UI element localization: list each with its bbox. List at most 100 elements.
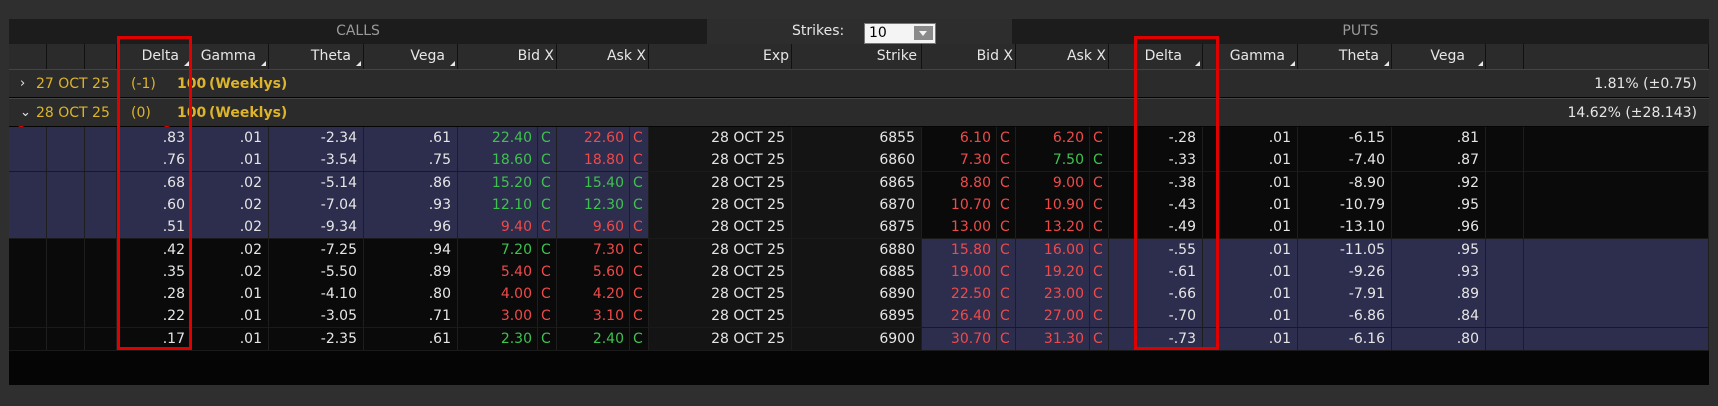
put-theta[interactable]: -7.91 — [1298, 283, 1392, 306]
call-gamma[interactable]: .01 — [192, 127, 269, 149]
strike-cell[interactable]: 6900 — [792, 327, 922, 350]
header-call-gamma[interactable]: Gamma — [192, 44, 269, 69]
put-theta[interactable]: -13.10 — [1298, 216, 1392, 239]
chevron-down-icon[interactable] — [914, 26, 933, 40]
strike-cell[interactable]: 6880 — [792, 238, 922, 261]
call-vega[interactable]: .93 — [364, 193, 458, 216]
strike-cell[interactable]: 6875 — [792, 216, 922, 239]
call-gamma[interactable]: .02 — [192, 171, 269, 194]
call-blank-cell[interactable] — [9, 260, 47, 283]
put-blank-cell[interactable] — [1486, 193, 1524, 216]
call-blank-cell[interactable] — [85, 283, 117, 306]
table-row[interactable]: .60.02 -7.04.93 12.10 C 12.30 C 28 OCT 25 6870 1… — [9, 193, 1709, 217]
put-vega[interactable]: .95 — [1392, 193, 1486, 216]
call-vega[interactable]: .71 — [364, 305, 458, 328]
call-vega[interactable]: .61 — [364, 127, 458, 149]
put-blank-cell[interactable] — [1524, 216, 1709, 239]
table-row[interactable]: .42.02 -7.25.94 7.20 C 7.30 C 28 OCT 25 6880 15.… — [9, 238, 1709, 262]
put-theta[interactable]: -6.16 — [1298, 327, 1392, 350]
strike-cell[interactable]: 6890 — [792, 283, 922, 306]
expiration-row[interactable]: › 27 OCT 25 (-1) 100 1.81% (±0.75) (Weeklys) — [9, 69, 1709, 97]
call-blank-cell[interactable] — [9, 149, 47, 172]
put-theta[interactable]: -6.86 — [1298, 305, 1392, 328]
header-put-theta[interactable]: Theta — [1298, 44, 1392, 69]
expiration-cell[interactable]: 28 OCT 25 — [649, 149, 792, 172]
call-blank-cell[interactable] — [9, 216, 47, 239]
call-gamma[interactable]: .01 — [192, 149, 269, 172]
call-blank-cell[interactable] — [85, 171, 117, 194]
put-blank-cell[interactable] — [1524, 193, 1709, 216]
call-gamma[interactable]: .01 — [192, 283, 269, 306]
call-blank-cell[interactable] — [85, 127, 117, 149]
call-blank-cell[interactable] — [47, 216, 85, 239]
table-row[interactable]: .51.02 -9.34.96 9.40 C 9.60 C 28 OCT 25 6875 13.… — [9, 216, 1709, 240]
call-blank-cell[interactable] — [9, 327, 47, 350]
call-vega[interactable]: .75 — [364, 149, 458, 172]
call-theta[interactable]: -2.34 — [269, 127, 364, 149]
call-theta[interactable]: -2.35 — [269, 327, 364, 350]
put-blank-cell[interactable] — [1486, 283, 1524, 306]
header-call-bid[interactable]: Bid X — [458, 44, 557, 69]
put-blank-cell[interactable] — [1524, 327, 1709, 350]
strikes-dropdown[interactable]: 10 — [864, 23, 936, 44]
put-theta[interactable]: -9.26 — [1298, 260, 1392, 283]
put-blank-cell[interactable] — [1486, 216, 1524, 239]
strike-cell[interactable]: 6885 — [792, 260, 922, 283]
table-row[interactable]: .28.01 -4.10.80 4.00 C 4.20 C 28 OCT 25 6890 22.… — [9, 283, 1709, 307]
put-vega[interactable]: .81 — [1392, 127, 1486, 149]
put-vega[interactable]: .92 — [1392, 171, 1486, 194]
expiration-cell[interactable]: 28 OCT 25 — [649, 260, 792, 283]
table-row[interactable]: .22.01 -3.05.71 3.00 C 3.10 C 28 OCT 25 6895 26.… — [9, 305, 1709, 329]
call-gamma[interactable]: .01 — [192, 327, 269, 350]
put-blank-cell[interactable] — [1524, 305, 1709, 328]
strike-cell[interactable]: 6870 — [792, 193, 922, 216]
call-theta[interactable]: -7.25 — [269, 238, 364, 261]
expiration-row[interactable]: ⌄ 28 OCT 25 (0) 100 14.62% (±28.143) (Weeklys… — [9, 98, 1709, 126]
puts-blank-header-1[interactable] — [1524, 44, 1709, 69]
call-blank-cell[interactable] — [47, 260, 85, 283]
strike-cell[interactable]: 6860 — [792, 149, 922, 172]
header-put-ask[interactable]: Ask X — [1016, 44, 1109, 69]
call-gamma[interactable]: .02 — [192, 193, 269, 216]
put-theta[interactable]: -8.90 — [1298, 171, 1392, 194]
calls-blank-header-2[interactable] — [85, 44, 117, 69]
put-blank-cell[interactable] — [1486, 260, 1524, 283]
put-vega[interactable]: .80 — [1392, 327, 1486, 350]
call-blank-cell[interactable] — [47, 127, 85, 149]
table-row[interactable]: .83.01 -2.34.61 22.40 C 22.60 C 28 OCT 25 6855 6… — [9, 127, 1709, 150]
header-call-ask[interactable]: Ask X — [557, 44, 649, 69]
call-vega[interactable]: .61 — [364, 327, 458, 350]
put-blank-cell[interactable] — [1524, 171, 1709, 194]
call-blank-cell[interactable] — [47, 238, 85, 261]
header-exp[interactable]: Exp — [649, 44, 792, 69]
call-gamma[interactable]: .02 — [192, 216, 269, 239]
put-vega[interactable]: .89 — [1392, 283, 1486, 306]
call-vega[interactable]: .94 — [364, 238, 458, 261]
call-theta[interactable]: -7.04 — [269, 193, 364, 216]
put-blank-cell[interactable] — [1524, 238, 1709, 261]
put-blank-cell[interactable] — [1486, 127, 1524, 149]
put-theta[interactable]: -6.15 — [1298, 127, 1392, 149]
chevron-down-icon[interactable]: ⌄ — [20, 99, 31, 127]
call-blank-cell[interactable] — [47, 327, 85, 350]
call-vega[interactable]: .80 — [364, 283, 458, 306]
calls-blank-header-1[interactable] — [47, 44, 85, 69]
call-theta[interactable]: -3.05 — [269, 305, 364, 328]
call-blank-cell[interactable] — [9, 127, 47, 149]
put-vega[interactable]: .95 — [1392, 238, 1486, 261]
call-blank-cell[interactable] — [47, 283, 85, 306]
strike-cell[interactable]: 6855 — [792, 127, 922, 149]
put-vega[interactable]: .96 — [1392, 216, 1486, 239]
table-row[interactable]: .35.02 -5.50.89 5.40 C 5.60 C 28 OCT 25 6885 19.… — [9, 260, 1709, 284]
header-put-bid[interactable]: Bid X — [922, 44, 1016, 69]
expiration-cell[interactable]: 28 OCT 25 — [649, 127, 792, 149]
call-blank-cell[interactable] — [85, 216, 117, 239]
call-theta[interactable]: -5.50 — [269, 260, 364, 283]
call-blank-cell[interactable] — [9, 283, 47, 306]
put-blank-cell[interactable] — [1524, 149, 1709, 172]
strike-cell[interactable]: 6865 — [792, 171, 922, 194]
put-theta[interactable]: -11.05 — [1298, 238, 1392, 261]
put-vega[interactable]: .93 — [1392, 260, 1486, 283]
call-blank-cell[interactable] — [85, 193, 117, 216]
call-gamma[interactable]: .02 — [192, 260, 269, 283]
